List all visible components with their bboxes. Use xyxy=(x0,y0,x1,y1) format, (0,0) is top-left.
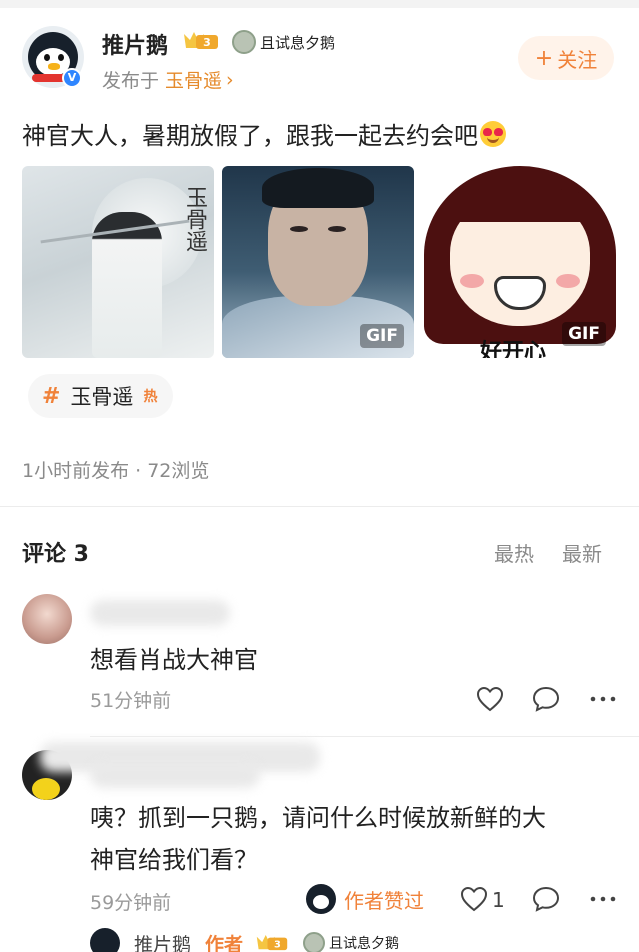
penguin-avatar-icon xyxy=(90,928,120,952)
avatar-eye xyxy=(44,54,50,61)
fan-badge[interactable]: 且试息夕鹅 xyxy=(232,30,335,54)
avatar-eye xyxy=(58,54,64,61)
comment-time: 51分钟前 xyxy=(90,690,172,712)
author-liked-badge: 作者赞过 xyxy=(306,884,424,914)
post-image-1[interactable]: 玉骨遥 xyxy=(22,166,214,358)
more-options-icon[interactable] xyxy=(590,696,616,702)
like-heart-icon[interactable] xyxy=(476,686,504,712)
meme-caption: 好开心 xyxy=(480,340,547,358)
posted-topic-link[interactable]: 玉骨遥 xyxy=(165,66,222,93)
comment-divider xyxy=(90,736,639,737)
penguin-avatar-icon xyxy=(306,884,336,914)
follow-button[interactable]: + 关注 xyxy=(518,36,614,80)
more-options-icon[interactable] xyxy=(590,896,616,902)
posted-prefix: 发布于 xyxy=(102,70,160,92)
poster-calligraphy: 玉骨遥 xyxy=(182,186,207,252)
avatar-beak xyxy=(48,63,60,70)
follow-label: 关注 xyxy=(557,47,598,72)
posted-in: 发布于 玉骨遥 › xyxy=(102,66,234,93)
hot-badge: 热 xyxy=(143,389,158,405)
gif-badge: GIF xyxy=(562,322,606,346)
sort-new-tab[interactable]: 最新 xyxy=(562,538,602,567)
vip-level: 3 xyxy=(203,36,211,49)
reply-bubble-icon[interactable] xyxy=(532,886,560,912)
topic-chip[interactable]: # 玉骨遥 热 xyxy=(28,374,174,418)
top-separator xyxy=(0,0,639,8)
comments-title: 评论 3 xyxy=(22,542,89,567)
reply-author-name: 推片鹅 xyxy=(134,933,192,952)
fan-badge-avatar xyxy=(303,932,326,952)
post-body: 神官大人，暑期放假了，跟我一起去约会吧 xyxy=(22,122,478,150)
post-image-2[interactable]: GIF xyxy=(222,166,414,358)
comment-text-line-1: 咦？抓到一只鹅，请问什么时候放新鲜的大 xyxy=(90,804,546,832)
comment-time: 59分钟前 xyxy=(90,892,172,914)
post-meta: 1小时前发布 · 72浏览 xyxy=(22,460,210,482)
post-text: 神官大人，暑期放假了，跟我一起去约会吧 xyxy=(22,116,506,151)
chevron-right-icon: › xyxy=(226,68,234,91)
fan-badge-avatar xyxy=(232,30,256,54)
comment-text-line-2: 神官给我们看？ xyxy=(90,846,258,874)
sort-hot-tab[interactable]: 最热 xyxy=(494,538,534,567)
plus-icon: + xyxy=(534,45,554,71)
vip-crown-icon: 3 xyxy=(256,934,288,950)
reply-bubble-icon[interactable] xyxy=(532,686,560,712)
verified-v-icon: V xyxy=(62,68,82,88)
fan-badge-label: 且试息夕鹅 xyxy=(329,936,400,952)
hashtag-icon: # xyxy=(42,383,61,409)
vip-level: 3 xyxy=(274,939,281,950)
reply-preview[interactable]: 推片鹅 作者 3 且试息夕鹅 xyxy=(90,928,399,952)
commenter-avatar[interactable] xyxy=(22,594,72,644)
commenter-name-blurred xyxy=(90,600,230,626)
author-liked-label: 作者赞过 xyxy=(344,888,424,913)
author-tag: 作者 xyxy=(205,933,244,952)
fan-badge-label: 且试息夕鹅 xyxy=(260,33,336,52)
vip-crown-icon: 3 xyxy=(184,32,218,49)
section-divider xyxy=(0,506,639,507)
like-count: 1 xyxy=(492,888,505,912)
post-image-3[interactable]: 好开心 GIF xyxy=(424,166,616,358)
topic-label: 玉骨遥 xyxy=(70,385,134,409)
gif-badge: GIF xyxy=(360,324,404,348)
like-heart-icon[interactable] xyxy=(460,886,488,912)
comment-text: 想看肖战大神官 xyxy=(90,646,258,674)
heart-eyes-emoji-icon xyxy=(480,120,506,147)
commenter-name-blurred xyxy=(90,762,260,788)
author-name[interactable]: 推片鹅 xyxy=(102,28,168,60)
